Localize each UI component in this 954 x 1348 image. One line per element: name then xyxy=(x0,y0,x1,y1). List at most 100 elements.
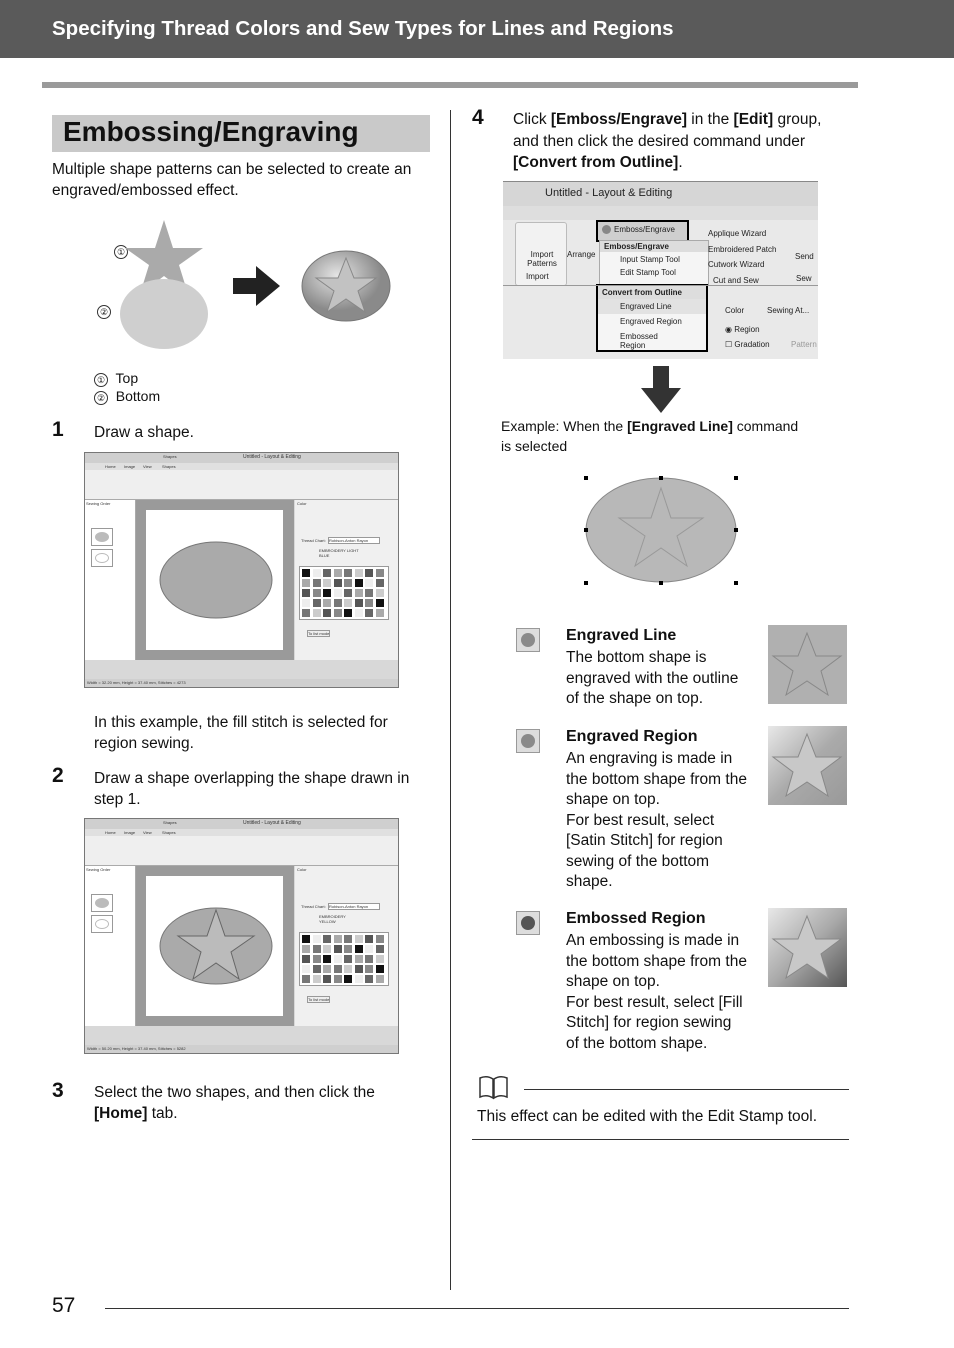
thread-chart-select[interactable]: Robison-Anton Rayon xyxy=(328,903,380,910)
thread-chart-select[interactable]: Robison-Anton Rayon xyxy=(328,537,380,544)
color-swatch[interactable] xyxy=(354,569,363,577)
color-swatch[interactable] xyxy=(344,569,352,577)
color-swatch[interactable] xyxy=(344,965,352,973)
color-swatch[interactable] xyxy=(333,965,342,973)
color-swatch[interactable] xyxy=(354,579,363,587)
color-swatch[interactable] xyxy=(302,589,310,597)
color-swatch[interactable] xyxy=(344,975,352,983)
color-swatch[interactable] xyxy=(323,569,331,577)
region-radio[interactable]: ◉ Region xyxy=(725,325,760,334)
cutwork-wizard-button[interactable]: Cutwork Wizard xyxy=(708,257,776,273)
color-swatch[interactable] xyxy=(333,975,342,983)
color-swatch[interactable] xyxy=(312,589,321,597)
ribbon-tab[interactable]: Image xyxy=(124,464,135,469)
color-swatch[interactable] xyxy=(333,945,342,953)
to-list-mode-button[interactable]: To list mode xyxy=(307,996,331,1003)
color-swatch[interactable] xyxy=(323,589,331,597)
color-swatch[interactable] xyxy=(354,599,363,607)
color-swatch[interactable] xyxy=(302,569,310,577)
color-swatch[interactable] xyxy=(323,599,331,607)
pattern-button[interactable]: Pattern xyxy=(791,340,817,349)
color-swatch[interactable] xyxy=(323,935,331,943)
ribbon-tab[interactable]: Home xyxy=(105,464,116,469)
color-swatch[interactable] xyxy=(354,965,363,973)
color-swatch[interactable] xyxy=(302,955,310,963)
color-swatch[interactable] xyxy=(312,955,321,963)
color-swatch[interactable] xyxy=(312,609,321,617)
color-swatch[interactable] xyxy=(354,945,363,953)
color-swatch[interactable] xyxy=(333,609,342,617)
color-swatch[interactable] xyxy=(365,965,373,973)
color-swatch[interactable] xyxy=(354,975,363,983)
color-swatch[interactable] xyxy=(375,569,384,577)
arrange-button[interactable]: Arrange xyxy=(567,250,595,259)
color-swatch[interactable] xyxy=(344,955,352,963)
color-swatch[interactable] xyxy=(333,935,342,943)
color-swatch[interactable] xyxy=(375,579,384,587)
color-swatch[interactable] xyxy=(365,955,373,963)
color-swatch[interactable] xyxy=(302,935,310,943)
color-swatch[interactable] xyxy=(323,609,331,617)
sewing-attributes-tab[interactable]: Sewing At... xyxy=(767,306,809,315)
color-swatch[interactable] xyxy=(365,975,373,983)
color-swatch[interactable] xyxy=(354,589,363,597)
ribbon-tab[interactable]: Home xyxy=(105,830,116,835)
color-swatch[interactable] xyxy=(323,955,331,963)
color-swatch[interactable] xyxy=(323,975,331,983)
engraved-line-item[interactable]: Engraved Line xyxy=(598,299,706,314)
color-swatch[interactable] xyxy=(344,599,352,607)
ribbon-tab[interactable]: View xyxy=(143,464,152,469)
color-swatch[interactable] xyxy=(365,569,373,577)
color-swatch[interactable] xyxy=(323,965,331,973)
color-swatch[interactable] xyxy=(375,945,384,953)
color-swatch[interactable] xyxy=(365,599,373,607)
color-swatch[interactable] xyxy=(375,589,384,597)
color-swatch[interactable] xyxy=(375,599,384,607)
ribbon-tab[interactable]: View xyxy=(143,830,152,835)
embroidered-patch-button[interactable]: Embroidered Patch xyxy=(708,242,776,258)
import-patterns-button[interactable]: Import Patterns xyxy=(521,250,563,268)
color-swatch[interactable] xyxy=(344,579,352,587)
color-tab[interactable]: Color xyxy=(725,306,744,315)
color-swatch[interactable] xyxy=(312,965,321,973)
color-swatch[interactable] xyxy=(375,965,384,973)
gradation-checkbox[interactable]: ☐ Gradation xyxy=(725,340,770,349)
color-swatch[interactable] xyxy=(302,579,310,587)
color-swatch[interactable] xyxy=(312,569,321,577)
color-swatch[interactable] xyxy=(312,599,321,607)
color-swatch[interactable] xyxy=(365,935,373,943)
color-swatch[interactable] xyxy=(333,579,342,587)
color-swatch[interactable] xyxy=(302,945,310,953)
emboss-engrave-button[interactable]: Emboss/Engrave xyxy=(596,220,689,242)
color-swatch[interactable] xyxy=(344,589,352,597)
color-swatch[interactable] xyxy=(375,609,384,617)
color-swatch[interactable] xyxy=(375,975,384,983)
color-swatch[interactable] xyxy=(365,579,373,587)
color-swatch[interactable] xyxy=(354,935,363,943)
color-swatch[interactable] xyxy=(302,965,310,973)
color-swatch[interactable] xyxy=(323,579,331,587)
input-stamp-tool-item[interactable]: Input Stamp Tool xyxy=(600,252,708,267)
color-swatch[interactable] xyxy=(323,945,331,953)
color-swatch[interactable] xyxy=(312,975,321,983)
applique-wizard-button[interactable]: Applique Wizard xyxy=(708,226,776,242)
color-swatch[interactable] xyxy=(344,609,352,617)
send-button[interactable]: Send xyxy=(795,252,814,261)
color-swatch[interactable] xyxy=(333,569,342,577)
ribbon-tab[interactable]: Shapes xyxy=(162,830,176,835)
color-swatch[interactable] xyxy=(302,975,310,983)
ribbon-tab[interactable]: Shapes xyxy=(162,464,176,469)
color-swatch[interactable] xyxy=(365,609,373,617)
color-swatch[interactable] xyxy=(302,599,310,607)
embossed-region-item[interactable]: Embossed Region xyxy=(598,329,706,353)
color-swatch[interactable] xyxy=(375,955,384,963)
color-swatch[interactable] xyxy=(375,935,384,943)
color-swatch[interactable] xyxy=(365,589,373,597)
color-swatch[interactable] xyxy=(333,589,342,597)
color-swatch[interactable] xyxy=(365,945,373,953)
color-swatch[interactable] xyxy=(354,609,363,617)
color-swatch[interactable] xyxy=(333,955,342,963)
color-swatch[interactable] xyxy=(354,955,363,963)
color-swatch[interactable] xyxy=(312,935,321,943)
to-list-mode-button[interactable]: To list mode xyxy=(307,630,331,637)
